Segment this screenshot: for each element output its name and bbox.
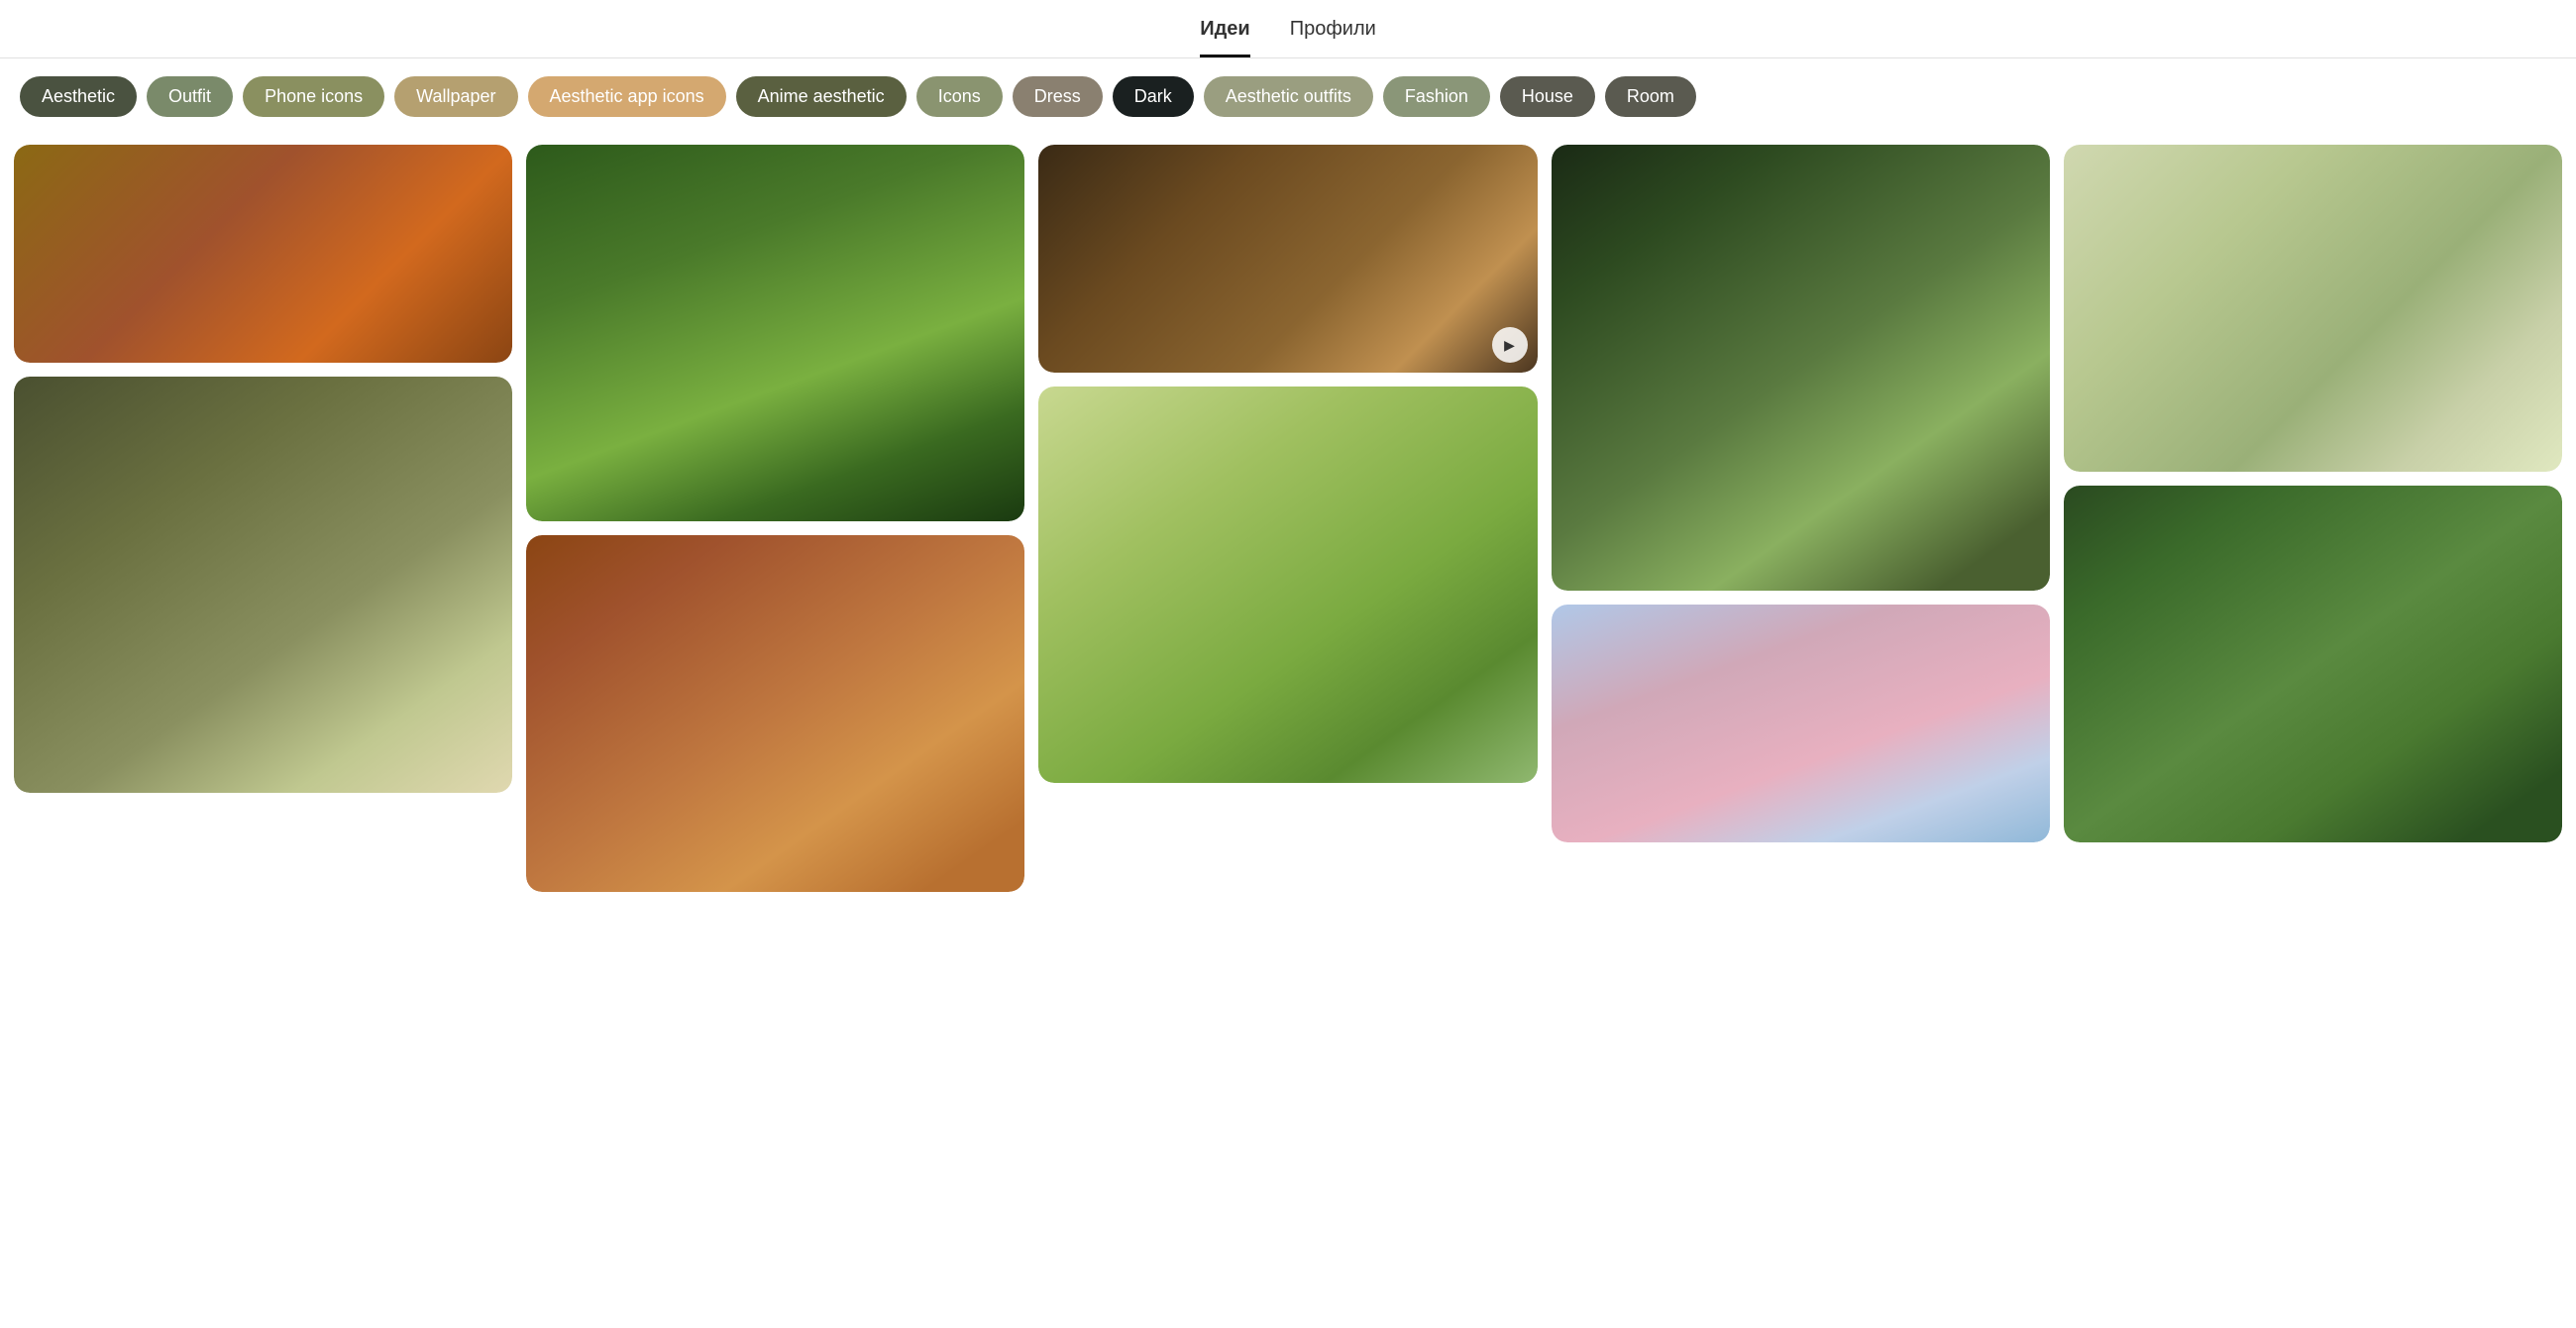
tabs-bar: Идеи Профили [0, 0, 2576, 58]
chip-fashion[interactable]: Fashion [1383, 76, 1490, 117]
tab-ideas[interactable]: Идеи [1200, 18, 1250, 57]
pin-5[interactable] [2064, 145, 2562, 472]
pin-4[interactable] [1552, 145, 2050, 591]
chip-house[interactable]: House [1500, 76, 1595, 117]
chip-dress[interactable]: Dress [1013, 76, 1103, 117]
pin-9[interactable] [1552, 605, 2050, 842]
pin-10[interactable] [2064, 486, 2562, 842]
chip-phone-icons[interactable]: Phone icons [243, 76, 384, 117]
chip-icons[interactable]: Icons [916, 76, 1003, 117]
tab-profiles[interactable]: Профили [1290, 18, 1376, 57]
play-button-3[interactable]: ▶ [1492, 327, 1528, 363]
chip-anime-aesthetic[interactable]: Anime aesthetic [736, 76, 907, 117]
pin-6[interactable] [14, 377, 512, 793]
pin-7[interactable] [526, 535, 1024, 892]
chip-room[interactable]: Room [1605, 76, 1696, 117]
chip-wallpaper[interactable]: Wallpaper [394, 76, 517, 117]
pins-grid: ▶ [0, 135, 2576, 902]
pin-2[interactable] [526, 145, 1024, 521]
pin-1[interactable] [14, 145, 512, 363]
chip-aesthetic[interactable]: Aesthetic [20, 76, 137, 117]
pin-3[interactable]: ▶ [1038, 145, 1537, 373]
pin-8[interactable] [1038, 387, 1537, 783]
chip-outfit[interactable]: Outfit [147, 76, 233, 117]
chip-dark[interactable]: Dark [1113, 76, 1194, 117]
chip-aesthetic-app-icons[interactable]: Aesthetic app icons [528, 76, 726, 117]
chips-bar: AestheticOutfitPhone iconsWallpaper Aesth… [0, 58, 2576, 135]
chip-aesthetic-outfits[interactable]: Aesthetic outfits [1204, 76, 1373, 117]
